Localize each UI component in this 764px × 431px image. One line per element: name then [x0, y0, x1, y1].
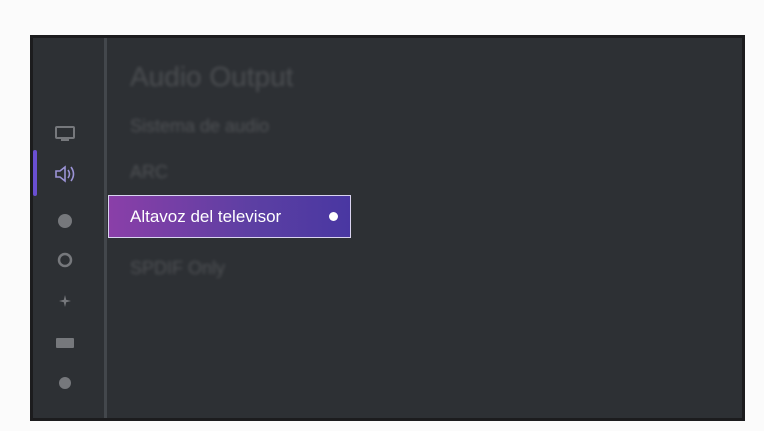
system-icon[interactable]: [53, 333, 77, 353]
sound-icon[interactable]: [53, 164, 77, 184]
screenshot-frame: Audio Output Sistema de audio ARC Altavo…: [0, 0, 764, 431]
selected-radio-icon: [329, 212, 338, 221]
menu-item-audio-system[interactable]: Sistema de audio: [130, 116, 269, 137]
sidebar-divider: [104, 38, 107, 418]
channel-icon[interactable]: [53, 250, 77, 270]
settings-sidebar: [33, 38, 103, 418]
menu-item-tv-speaker[interactable]: Altavoz del televisor: [108, 195, 351, 238]
support-icon[interactable]: [53, 373, 77, 393]
menu-title: Audio Output: [130, 61, 294, 92]
menu-item-spdif-only[interactable]: SPDIF Only: [130, 258, 225, 279]
network-icon[interactable]: [53, 211, 77, 231]
tv-settings-screen: Audio Output Sistema de audio ARC Altavo…: [30, 35, 745, 421]
active-category-marker: [33, 150, 37, 196]
accessibility-icon[interactable]: [53, 291, 77, 311]
menu-item-arc[interactable]: ARC: [130, 162, 168, 183]
picture-icon[interactable]: [53, 123, 77, 143]
menu-item-label: Altavoz del televisor: [130, 206, 282, 226]
